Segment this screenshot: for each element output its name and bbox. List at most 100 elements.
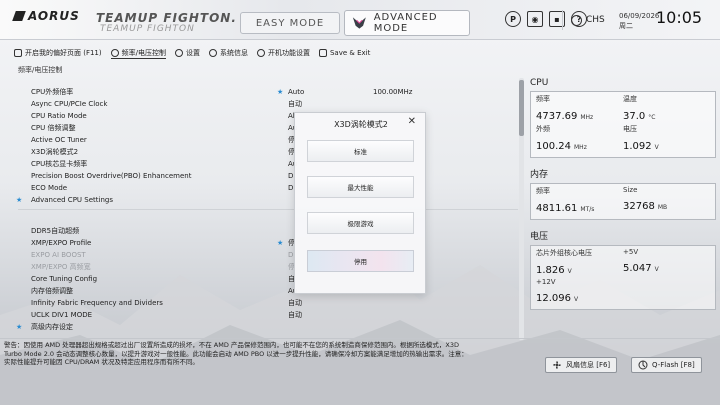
option-extreme-gaming-button[interactable]: 极限游戏 — [307, 212, 414, 234]
fan-info-button[interactable]: 风扇信息 [F6] — [545, 357, 618, 373]
setting-row: EXPO AI BOOST Di — [18, 249, 518, 261]
setting-label: DDR5自动超频 — [31, 227, 80, 235]
memory-size-label: Size — [623, 186, 638, 194]
plus12v-value: 12.096 — [536, 293, 571, 304]
setting-row-x3d-turbo[interactable]: X3D涡轮模式2 停 — [18, 146, 518, 158]
setting-row[interactable]: Precision Boost Overdrive(PBO) Enhanceme… — [18, 170, 518, 182]
setting-value[interactable]: 自动 — [288, 310, 302, 320]
setting-row[interactable]: ECO Mode Di — [18, 182, 518, 194]
nav-system-info-label: 系统信息 — [219, 49, 248, 57]
plus12v-label: +12V — [536, 278, 556, 286]
cpu-bclk-value: 100.24 — [536, 141, 571, 152]
submenu-label: Advanced CPU Settings — [31, 196, 113, 204]
clock: 10:05 — [656, 8, 703, 27]
setting-row[interactable]: UCLK DIV1 MODE 自动 — [18, 309, 518, 321]
setting-row[interactable]: 内存倍频调整 Au — [18, 285, 518, 297]
option-disable-button[interactable]: 停用 — [307, 250, 414, 272]
qflash-label: Q-Flash [F8] — [652, 361, 695, 369]
star-icon: ★ — [277, 239, 284, 247]
setting-label: Infinity Fabric Frequency and Dividers — [31, 299, 163, 307]
nav-favorites-label: 开启我的偏好页面 (F11) — [25, 49, 102, 57]
plus12v-voltage: +12V 12.096 V — [536, 278, 623, 305]
favorites-icon — [14, 49, 22, 57]
nav-save-exit[interactable]: Save & Exit — [318, 49, 370, 57]
weekday-text: 周二 — [619, 22, 633, 30]
chipset-voltage: 芯片外组核心电压 1.826 V — [536, 248, 623, 277]
cpu-frequency-value: 4737.69 — [536, 111, 578, 122]
nav-system-info[interactable]: 系统信息 — [208, 48, 248, 58]
language-selector[interactable]: CHS — [562, 10, 605, 30]
top-header: AORUS TEAMUP FIGHTON. TEAMUP FIGHTON EAS… — [0, 0, 720, 40]
scrollbar-thumb[interactable] — [519, 80, 524, 136]
setting-label: Async CPU/PCIe Clock — [31, 100, 108, 108]
warning-text: 警告：因使用 AMD 处理器超出规格或超过出厂设置所造成的损坏，不在 AMD 产… — [4, 341, 468, 367]
setting-row[interactable]: Infinity Fabric Frequency and Dividers 自… — [18, 297, 518, 309]
breadcrumb: 频率/电压控制 — [18, 66, 63, 74]
qflash-button[interactable]: Q-Flash [F8] — [631, 357, 702, 373]
setting-row[interactable]: CPU外频倍率 ★ Auto 100.00MHz — [18, 86, 518, 98]
cpu-voltage-label: 电压 — [623, 125, 637, 133]
setting-row[interactable]: DDR5自动超频 — [18, 225, 518, 237]
cpu-voltage-unit: V — [654, 144, 659, 151]
plus5v-label: +5V — [623, 248, 639, 256]
brand-subtitle: TEAMUP FIGHTON — [100, 24, 195, 34]
plus5v-voltage: +5V 5.047 V — [623, 248, 710, 277]
fan-info-label: 风扇信息 [F6] — [566, 361, 611, 369]
section-divider — [18, 209, 518, 210]
cpu-section-title: CPU — [530, 78, 549, 88]
cpu-temperature-unit: °C — [648, 114, 656, 121]
cpu-frequency-label: 频率 — [536, 95, 550, 103]
setting-row[interactable]: CPU核芯显卡频率 Au — [18, 158, 518, 170]
cpu-bclk-unit: MHz — [574, 144, 587, 151]
setting-row[interactable]: CPU 倍频调整 Au — [18, 122, 518, 134]
camera-icon[interactable]: ◉ — [527, 11, 543, 27]
advanced-mode-button[interactable]: ADVANCED MODE — [344, 10, 470, 36]
setting-label: CPU外频倍率 — [31, 88, 74, 96]
fan-icon — [553, 361, 561, 369]
setting-row[interactable]: Active OC Tuner 停 — [18, 134, 518, 146]
setting-row[interactable]: XMP/EXPO Profile ★ 停 — [18, 237, 518, 249]
setting-row[interactable]: Core Tuning Config 自 — [18, 273, 518, 285]
setting-value[interactable]: Auto — [288, 88, 304, 96]
date-text: 06/09/2026 — [619, 12, 660, 20]
memory-size-value: 32768 — [623, 201, 655, 212]
setting-value[interactable]: 自动 — [288, 99, 302, 109]
nav-boot[interactable]: 开机功能设置 — [256, 48, 310, 58]
nav-tweaker-label: 频率/电压控制 — [121, 48, 166, 57]
voltage-monitor-box: 芯片外组核心电压 1.826 V +5V 5.047 V +12V 12.096 V — [530, 245, 716, 310]
nav-favorites[interactable]: 开启我的偏好页面 (F11) — [14, 48, 102, 58]
close-icon[interactable]: ✕ — [408, 116, 416, 127]
option-max-performance-button[interactable]: 最大性能 — [307, 176, 414, 198]
hardware-monitor-panel: CPU 频率 4737.69 MHz 温度 37.0 °C 外频 100.24 MHz… — [530, 78, 716, 319]
nav-tweaker[interactable]: 频率/电压控制 — [110, 48, 166, 59]
setting-value[interactable]: 自动 — [288, 298, 302, 308]
memory-frequency-label: 频率 — [536, 187, 550, 195]
cpu-frequency-unit: MHz — [580, 114, 594, 121]
submenu-advanced-cpu[interactable]: ★ Advanced CPU Settings — [16, 194, 518, 206]
setting-row[interactable]: Async CPU/PCIe Clock 自动 — [18, 98, 518, 110]
submenu-advanced-memory[interactable]: ★ 高级内存设定 — [16, 321, 518, 333]
option-standard-button[interactable]: 标准 — [307, 140, 414, 162]
settings-scrollbar[interactable] — [519, 78, 524, 340]
x3d-turbo-dialog: X3D涡轮模式2 ✕ 标准 最大性能 极限游戏 停用 — [294, 112, 426, 294]
aorus-logo: AORUS — [12, 9, 80, 23]
setting-row[interactable]: CPU Ratio Mode Al — [18, 110, 518, 122]
globe-icon — [571, 14, 582, 26]
setting-label: Core Tuning Config — [31, 275, 98, 283]
power-icon[interactable]: P — [505, 11, 521, 27]
memory-monitor-box: 频率 4811.61 MT/s Size 32768 MB — [530, 183, 716, 220]
cpu-temperature-value: 37.0 — [623, 111, 646, 122]
setting-label: ECO Mode — [31, 184, 68, 192]
nav-settings-label: 设置 — [185, 49, 200, 57]
plus5v-unit: V — [654, 266, 659, 273]
cpu-bclk-label: 外频 — [536, 125, 550, 133]
easy-mode-button[interactable]: EASY MODE — [240, 12, 340, 34]
aorus-falcon-icon — [352, 17, 366, 29]
memory-size: Size 32768 MB — [623, 186, 710, 215]
chipset-voltage-unit: V — [567, 268, 572, 275]
memory-frequency: 频率 4811.61 MT/s — [536, 186, 623, 215]
nav-settings[interactable]: 设置 — [174, 48, 200, 58]
memory-frequency-unit: MT/s — [580, 206, 595, 213]
setting-label: CPU Ratio Mode — [31, 112, 87, 120]
